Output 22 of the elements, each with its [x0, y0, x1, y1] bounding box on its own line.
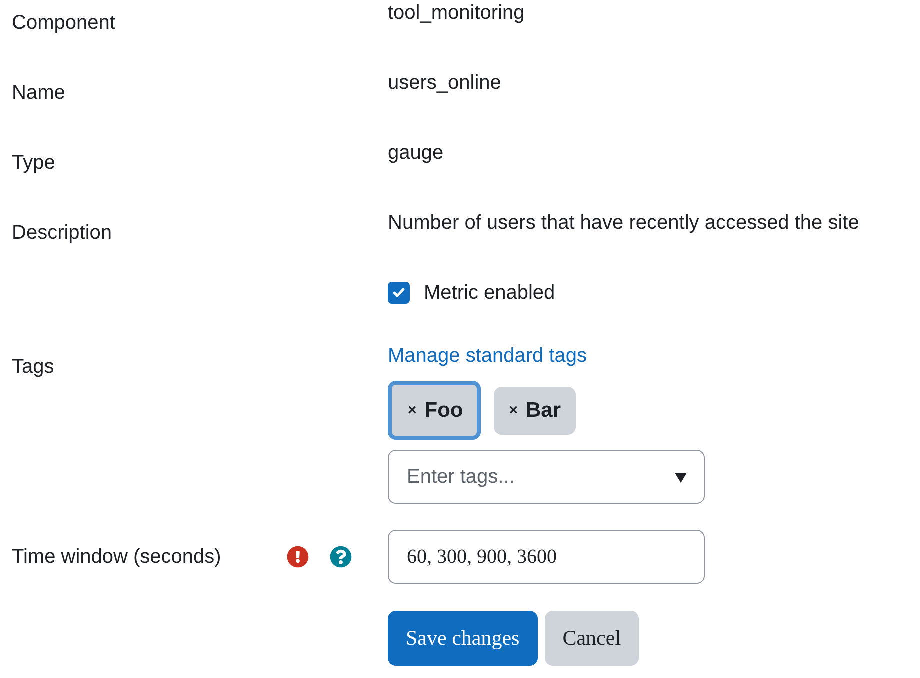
field-label: Name	[12, 81, 66, 106]
tag-chip[interactable]: × Foo	[388, 381, 482, 440]
field-value: gauge	[388, 141, 444, 166]
tag-chip[interactable]: × Bar	[494, 386, 576, 434]
help-icon[interactable]	[330, 546, 352, 568]
tags-field[interactable]: Enter tags...	[388, 450, 705, 504]
field-value: users_online	[388, 71, 502, 96]
field-label: Type	[12, 151, 56, 176]
checkbox-label[interactable]: Metric enabled	[424, 280, 556, 306]
time-window-field[interactable]: 60, 300, 900, 3600	[388, 530, 705, 584]
field-value: Number of users that have recently accessed the site	[388, 211, 860, 236]
caret-down-icon	[675, 473, 687, 483]
cancel-button[interactable]: Cancel	[544, 611, 640, 666]
checkbox[interactable]	[388, 282, 410, 304]
field-value: tool_monitoring	[388, 1, 525, 26]
save-button[interactable]: Save changes	[388, 611, 538, 666]
field-label: Time window (seconds)	[12, 545, 222, 570]
field-label: Tags	[12, 355, 54, 380]
manage-tags-link[interactable]: Manage standard tags	[388, 343, 588, 369]
check-icon	[393, 288, 405, 298]
field-label: Component	[12, 11, 116, 36]
field-label: Description	[12, 221, 112, 246]
